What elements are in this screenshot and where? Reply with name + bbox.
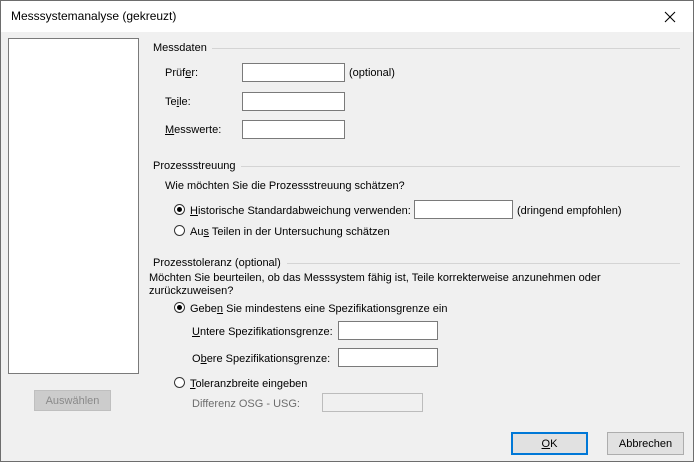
section-heading-prozesstoleranz: Prozesstoleranz (optional) [153, 257, 281, 269]
select-button-label: Auswählen [45, 394, 100, 407]
differenz-label: Differenz OSG - USG: [192, 398, 300, 410]
title-bar: Messsystemanalyse (gekreuzt) [1, 1, 693, 32]
section-divider [287, 263, 680, 264]
usg-label: Untere Spezifikationsgrenze: [192, 326, 333, 338]
messwerte-input[interactable] [242, 120, 345, 139]
dialog-window: Messsystemanalyse (gekreuzt) Auswählen M… [0, 0, 694, 462]
pruefer-input[interactable] [242, 63, 345, 82]
messwerte-label: Messwerte: [165, 124, 222, 136]
historische-standardabweichung-radio[interactable] [174, 204, 185, 215]
window-title: Messsystemanalyse (gekreuzt) [11, 9, 177, 23]
spezifikationsgrenze-radio[interactable] [174, 302, 185, 313]
osg-input[interactable] [338, 348, 438, 367]
prozesstoleranz-question-line1: Möchten Sie beurteilen, ob das Messsyste… [149, 272, 601, 284]
section-divider [241, 166, 680, 167]
toleranzbreite-label: Toleranzbreite eingeben [190, 378, 308, 390]
ok-button[interactable]: OK [511, 432, 588, 455]
section-heading-prozessstreuung: Prozessstreuung [153, 160, 236, 172]
aus-teilen-radio[interactable] [174, 225, 185, 236]
pruefer-label: Prüfer: [165, 67, 199, 79]
osg-label: Obere Spezifikationsgrenze: [192, 353, 331, 365]
teile-label: Teile: [165, 96, 191, 108]
close-button[interactable] [647, 1, 693, 32]
close-icon [664, 11, 676, 22]
pruefer-optional-note: (optional) [349, 67, 395, 79]
toleranzbreite-radio[interactable] [174, 377, 185, 388]
cancel-button-label: Abbrechen [618, 437, 673, 450]
teile-input[interactable] [242, 92, 345, 111]
historische-standardabweichung-input[interactable] [414, 200, 513, 219]
ok-button-label: OK [541, 437, 558, 450]
dringend-empfohlen-note: (dringend empfohlen) [517, 205, 622, 217]
prozessstreuung-question: Wie möchten Sie die Prozessstreuung schä… [165, 180, 405, 192]
aus-teilen-label: Aus Teilen in der Untersuchung schätzen [190, 226, 390, 238]
section-heading-messdaten: Messdaten [153, 42, 207, 54]
column-listbox[interactable] [8, 38, 139, 374]
select-button[interactable]: Auswählen [34, 390, 111, 411]
usg-input[interactable] [338, 321, 438, 340]
section-divider [212, 48, 680, 49]
historische-standardabweichung-label: Historische Standardabweichung verwenden… [190, 205, 411, 217]
prozesstoleranz-question-line2: zurückzuweisen? [149, 285, 234, 297]
cancel-button[interactable]: Abbrechen [607, 432, 684, 455]
differenz-input[interactable] [322, 393, 423, 412]
spezifikationsgrenze-label: Geben Sie mindestens eine Spezifikations… [190, 303, 448, 315]
